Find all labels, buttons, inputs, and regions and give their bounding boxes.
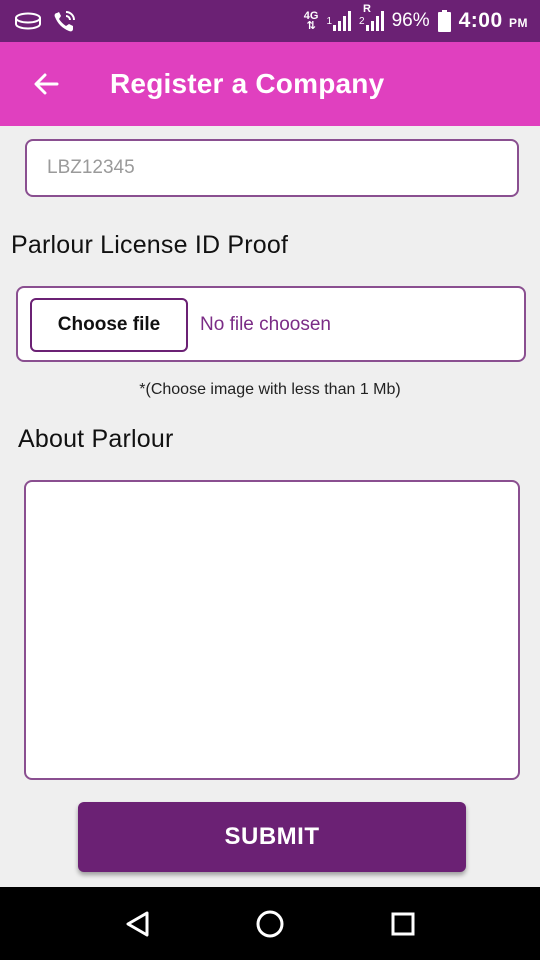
app-bar: Register a Company — [0, 42, 540, 126]
signal-sim1-icon: 1 — [326, 11, 352, 31]
about-parlour-textarea[interactable] — [24, 480, 520, 780]
status-right-icons: 4G ⇅ 1 R 2 96% 4:00 PM — [303, 3, 528, 33]
license-id-input[interactable] — [25, 139, 519, 197]
submit-button[interactable]: SUBMIT — [78, 802, 466, 872]
triangle-back-icon — [126, 911, 149, 936]
nav-back-button[interactable] — [107, 894, 167, 954]
square-recents-icon — [391, 912, 415, 935]
file-size-hint: *(Choose image with less than 1 Mb) — [139, 381, 401, 398]
sim2-label: 2 — [359, 15, 365, 27]
no-file-status: No file choosen — [200, 314, 331, 335]
circle-home-icon — [256, 910, 284, 937]
sim1-label: 1 — [326, 15, 333, 27]
register-company-screen: 4G ⇅ 1 R 2 96% 4:00 PM Register a Compan… — [0, 0, 540, 960]
page-title: Register a Company — [110, 68, 385, 99]
status-left-icons — [14, 9, 78, 33]
status-bar: 4G ⇅ 1 R 2 96% 4:00 PM — [0, 0, 540, 42]
choose-file-button[interactable]: Choose file — [30, 298, 188, 352]
file-upload-field: Choose file No file choosen — [16, 286, 526, 362]
network-indicator: 4G ⇅ — [303, 10, 319, 32]
clock-suffix: PM — [509, 16, 528, 30]
clock-time: 4:00 — [458, 9, 503, 32]
arrow-left-icon — [34, 73, 59, 95]
battery-icon — [437, 10, 451, 32]
nav-recents-button[interactable] — [373, 894, 433, 954]
battery-percent: 96% — [391, 10, 430, 31]
wifi-calling-icon — [52, 9, 78, 33]
storage-icon — [14, 12, 42, 30]
clock: 4:00 PM — [459, 9, 528, 33]
nav-home-button[interactable] — [240, 894, 300, 954]
license-proof-label: Parlour License ID Proof — [11, 231, 289, 259]
roaming-label: R — [363, 3, 371, 15]
signal-sim2-icon: R 2 — [359, 3, 384, 31]
about-parlour-label: About Parlour — [18, 425, 174, 453]
system-nav-bar — [0, 887, 540, 960]
back-button[interactable] — [22, 60, 70, 108]
